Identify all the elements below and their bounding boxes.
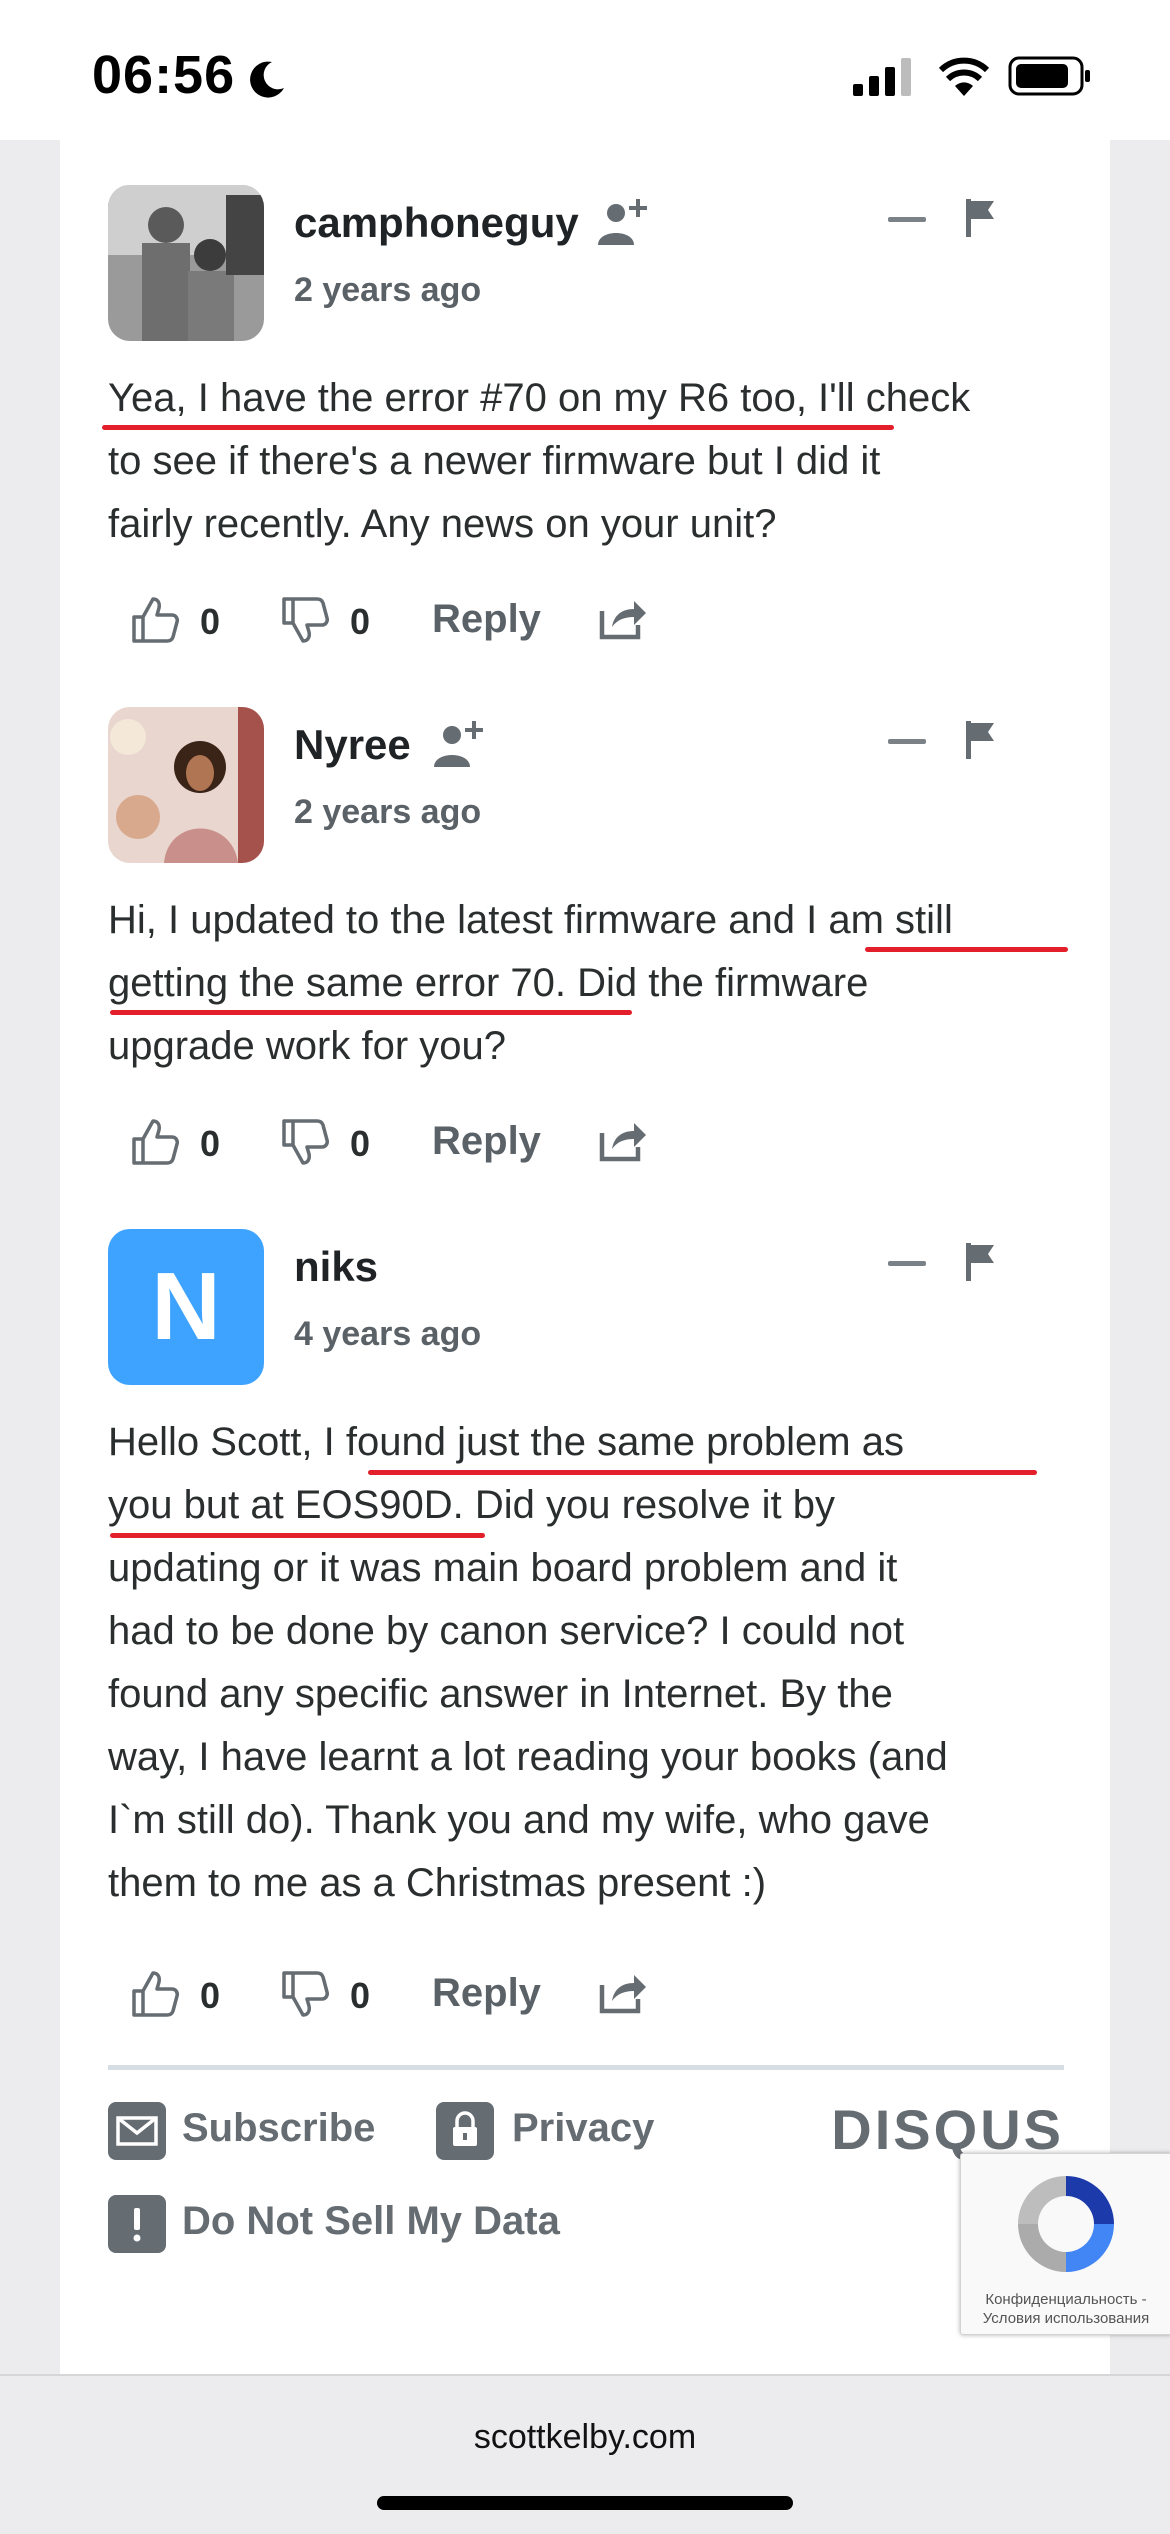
privacy-link[interactable]: Privacy — [512, 2106, 654, 2151]
exclamation-icon[interactable] — [108, 2195, 166, 2253]
share-icon[interactable] — [598, 595, 648, 641]
comment-body: Hi, I updated to the latest firmware and… — [108, 898, 953, 1068]
share-icon[interactable] — [598, 1969, 648, 2015]
author-name[interactable]: niks — [294, 1243, 378, 1291]
follow-user-icon[interactable] — [596, 195, 652, 251]
timestamp[interactable]: 2 years ago — [294, 793, 481, 832]
highlight-underline — [102, 425, 894, 430]
follow-user-icon[interactable] — [432, 717, 488, 773]
battery-icon — [1008, 56, 1090, 96]
cellular-signal-icon — [853, 58, 911, 96]
highlight-underline — [368, 1470, 1037, 1475]
upvote-count: 0 — [200, 601, 221, 642]
highlight-underline — [865, 947, 1068, 952]
browser-address-bar[interactable]: scottkelby.com — [0, 2374, 1170, 2534]
reply-button[interactable]: Reply — [432, 1971, 541, 2016]
upvote-count: 0 — [200, 1123, 221, 1164]
flag-icon[interactable] — [966, 721, 996, 759]
thumbs-up-icon[interactable] — [130, 595, 180, 645]
downvote-count: 0 — [350, 601, 371, 642]
moon-icon — [250, 61, 284, 98]
thumbs-down-icon[interactable] — [280, 1969, 330, 2019]
thumbs-down-icon[interactable] — [280, 595, 330, 645]
avatar-niks[interactable]: N — [108, 1229, 264, 1385]
highlight-underline — [110, 1533, 485, 1538]
avatar-nyree[interactable] — [108, 707, 264, 863]
author-name[interactable]: Nyree — [294, 721, 411, 769]
downvote-count: 0 — [350, 1975, 371, 2016]
thumbs-down-icon[interactable] — [280, 1117, 330, 1167]
upvote-count: 0 — [200, 1975, 221, 2016]
lock-icon[interactable] — [436, 2102, 494, 2160]
recaptcha-badge[interactable]: Конфиденциальность - Условия использован… — [960, 2153, 1170, 2335]
recaptcha-terms[interactable]: Конфиденциальность - Условия использован… — [961, 2290, 1170, 2328]
comment-camphoneguy: camphoneguy 2 years ago Yea, I have the … — [102, 185, 1064, 665]
footer-divider — [108, 2065, 1064, 2070]
collapse-button[interactable] — [888, 739, 926, 744]
flag-icon[interactable] — [966, 199, 996, 237]
home-indicator[interactable] — [377, 2496, 793, 2510]
envelope-icon[interactable] — [108, 2102, 166, 2160]
highlight-underline — [110, 1010, 632, 1015]
collapse-button[interactable] — [888, 217, 926, 222]
downvote-count: 0 — [350, 1123, 371, 1164]
subscribe-link[interactable]: Subscribe — [182, 2106, 375, 2151]
timestamp[interactable]: 4 years ago — [294, 1315, 481, 1354]
recaptcha-icon — [1018, 2176, 1114, 2272]
reply-button[interactable]: Reply — [432, 597, 541, 642]
status-bar: 06:56 — [0, 0, 1170, 140]
comment-niks: N niks 4 years ago Hello Scott, I found … — [108, 1229, 1064, 2049]
share-icon[interactable] — [598, 1117, 648, 1163]
reply-button[interactable]: Reply — [432, 1119, 541, 1164]
avatar-camphoneguy[interactable] — [108, 185, 264, 341]
flag-icon[interactable] — [966, 1243, 996, 1281]
author-name[interactable]: camphoneguy — [294, 199, 579, 247]
comments-panel: camphoneguy 2 years ago Yea, I have the … — [60, 140, 1110, 2375]
comment-body: Hello Scott, I found just the same probl… — [108, 1420, 948, 1905]
wifi-icon — [938, 57, 990, 96]
comment-nyree: Nyree 2 years ago Hi, I updated to the l… — [108, 707, 1068, 1187]
url-text[interactable]: scottkelby.com — [0, 2418, 1170, 2457]
thumbs-up-icon[interactable] — [130, 1969, 180, 2019]
comment-body: Yea, I have the error #70 on my R6 too, … — [108, 376, 971, 546]
clock: 06:56 — [92, 45, 236, 105]
do-not-sell-link[interactable]: Do Not Sell My Data — [182, 2199, 560, 2244]
thumbs-up-icon[interactable] — [130, 1117, 180, 1167]
timestamp[interactable]: 2 years ago — [294, 271, 481, 310]
collapse-button[interactable] — [888, 1261, 926, 1266]
